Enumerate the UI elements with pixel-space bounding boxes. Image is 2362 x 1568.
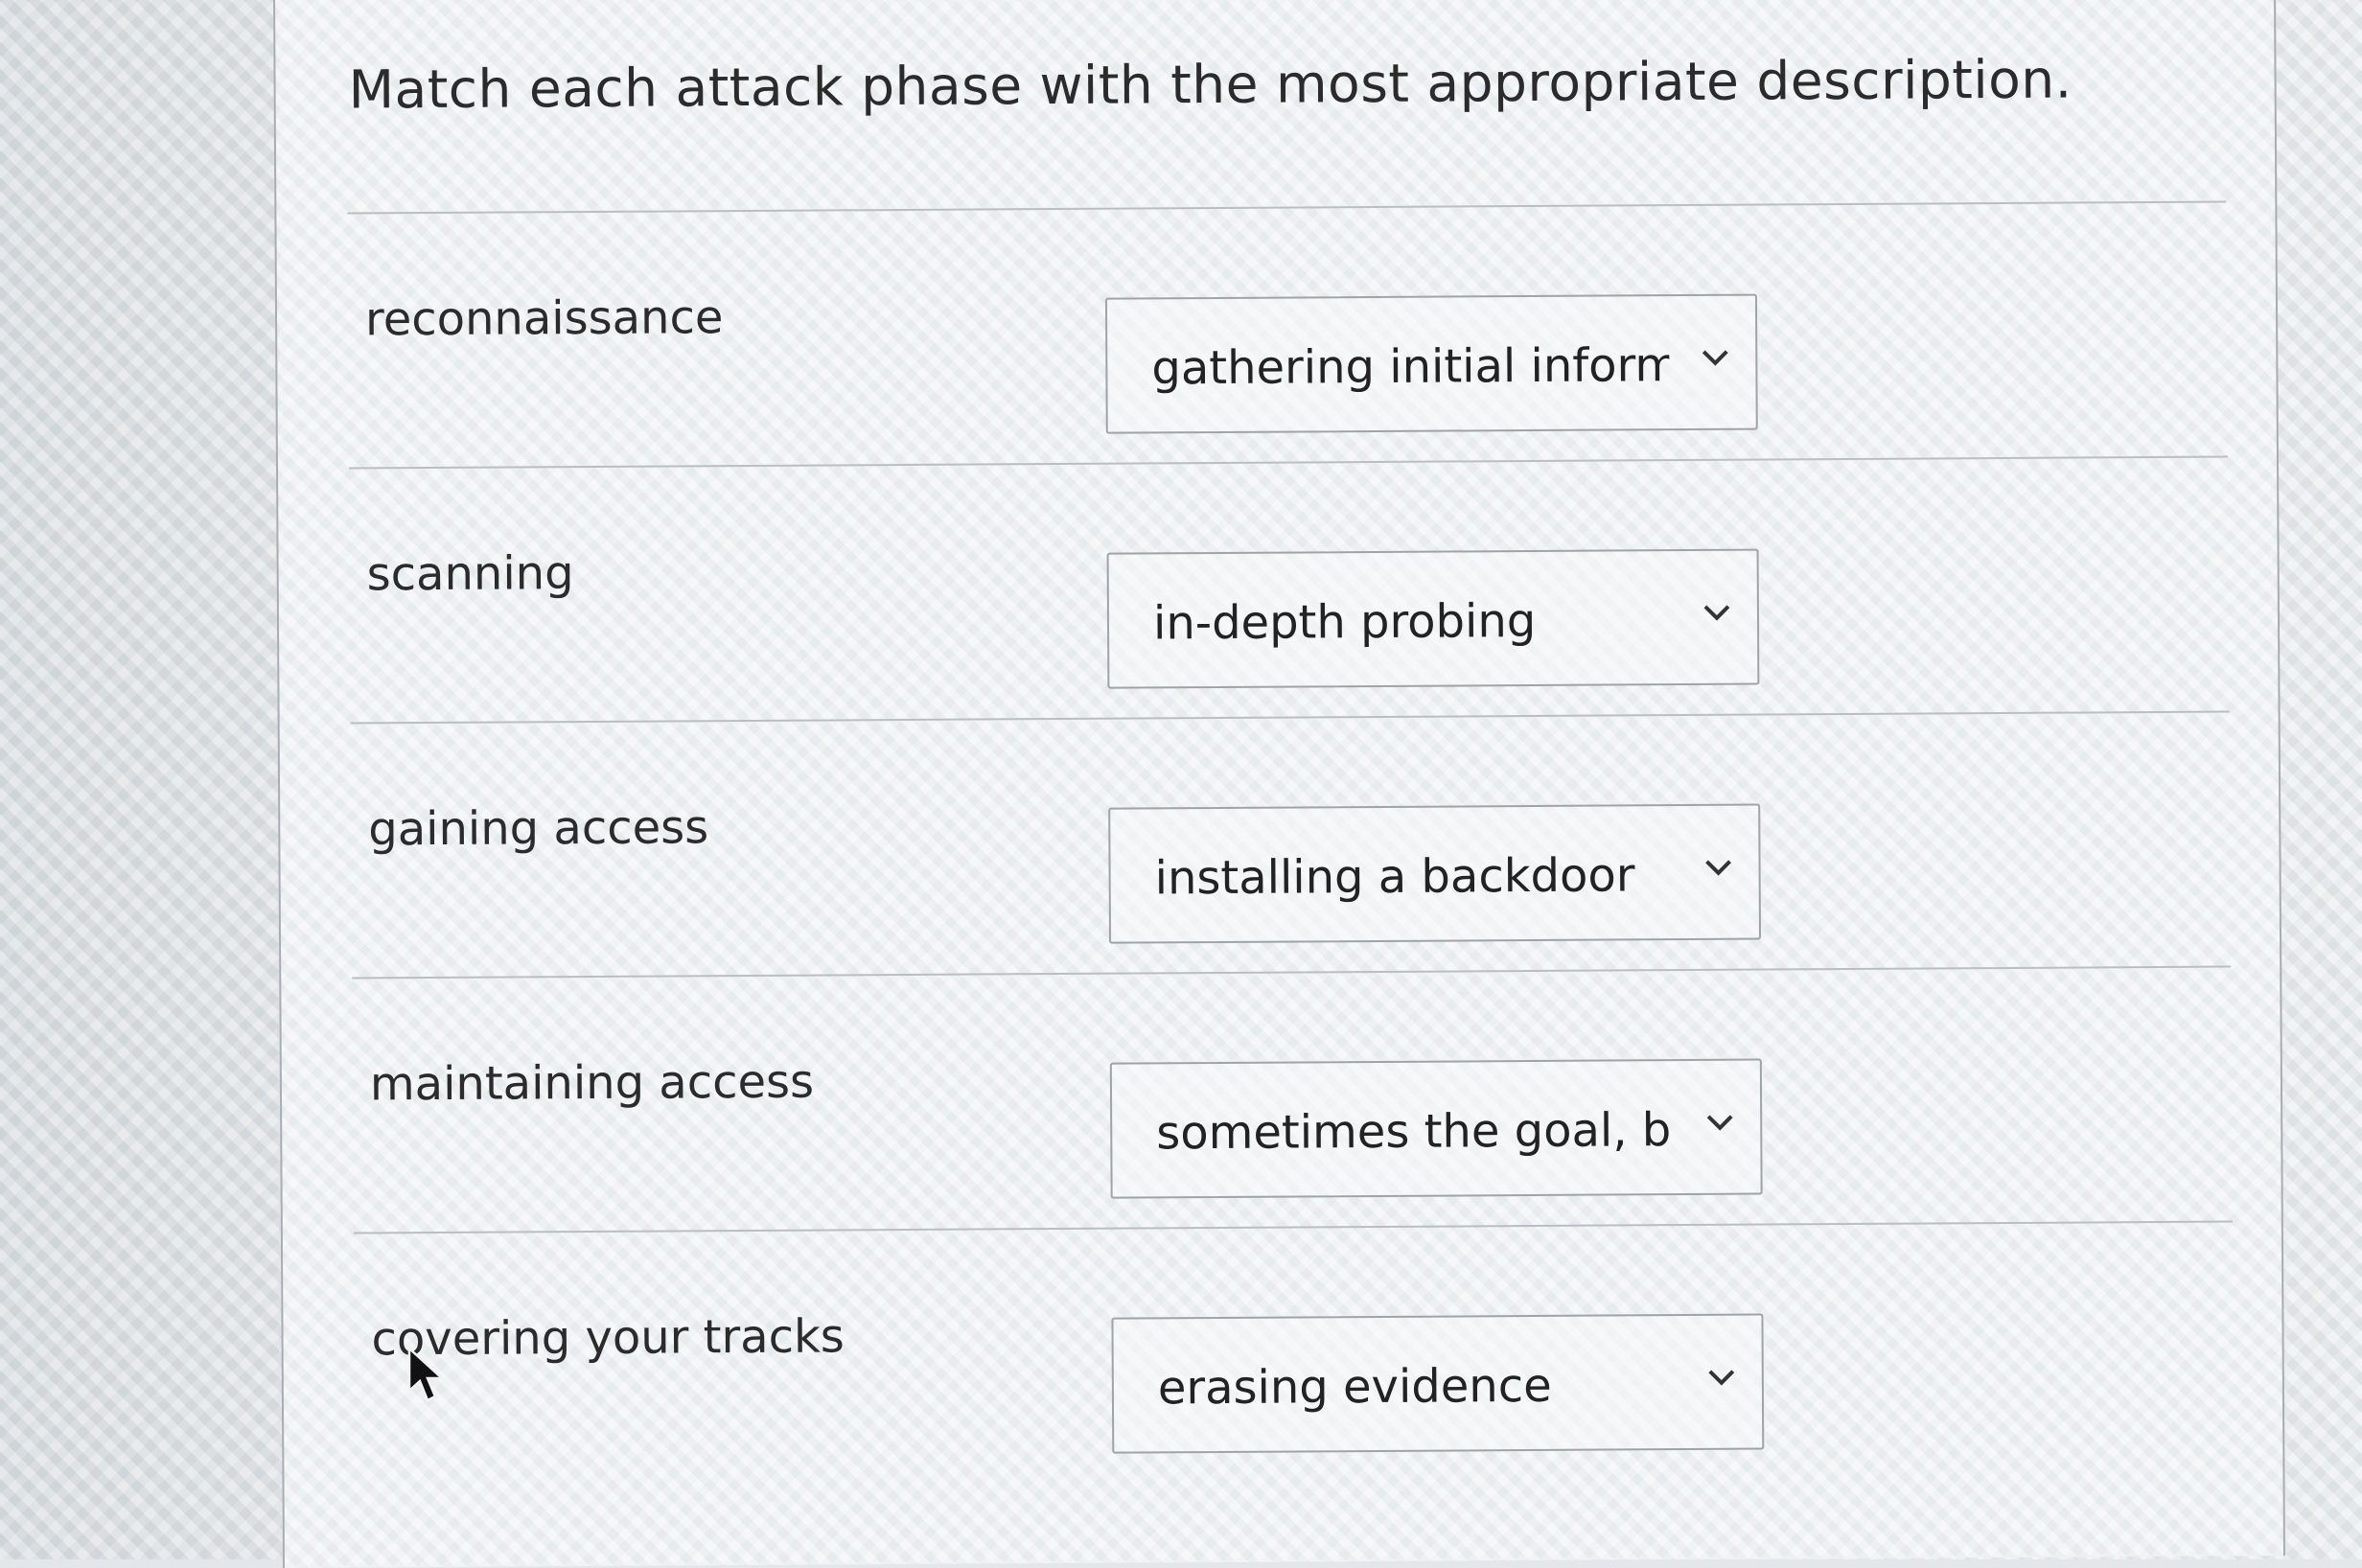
term-label: gaining access [368,800,709,857]
answer-dropdown-maintaining-access[interactable]: sometimes the goal, but [1109,1058,1763,1199]
chevron-down-icon [1702,350,1728,366]
dropdown-selected-value: sometimes the goal, but [1156,1103,1675,1161]
match-row-reconnaissance: reconnaissance gathering initial informa [347,203,2228,466]
dropdown-selected-value: erasing evidence [1157,1358,1552,1416]
dropdown-selected-value: gathering initial informa [1151,338,1670,396]
answer-dropdown-reconnaissance[interactable]: gathering initial informa [1104,293,1758,434]
term-label: reconnaissance [364,290,724,347]
question-card: Match each attack phase with the most ap… [273,0,2285,1568]
answer-dropdown-scanning[interactable]: in-depth probing [1106,548,1760,689]
term-label: maintaining access [369,1054,815,1112]
chevron-down-icon [1706,1115,1733,1131]
question-prompt: Match each attack phase with the most ap… [348,48,2073,121]
chevron-down-icon [1705,860,1731,876]
match-row-gaining-access: gaining access installing a backdoor [351,713,2232,976]
mouse-pointer-icon [407,1347,446,1402]
dropdown-selected-value: in-depth probing [1152,593,1537,651]
answer-dropdown-gaining-access[interactable]: installing a backdoor [1108,803,1762,944]
answer-dropdown-covering-your-tracks[interactable]: erasing evidence [1111,1313,1765,1454]
chevron-down-icon [1708,1370,1735,1386]
dropdown-selected-value: installing a backdoor [1154,848,1635,906]
match-row-maintaining-access: maintaining access sometimes the goal, b… [352,968,2233,1231]
chevron-down-icon [1703,605,1730,621]
match-row-covering-your-tracks: covering your tracks erasing evidence [354,1223,2235,1486]
match-row-scanning: scanning in-depth probing [349,458,2230,721]
term-label: scanning [366,546,574,602]
